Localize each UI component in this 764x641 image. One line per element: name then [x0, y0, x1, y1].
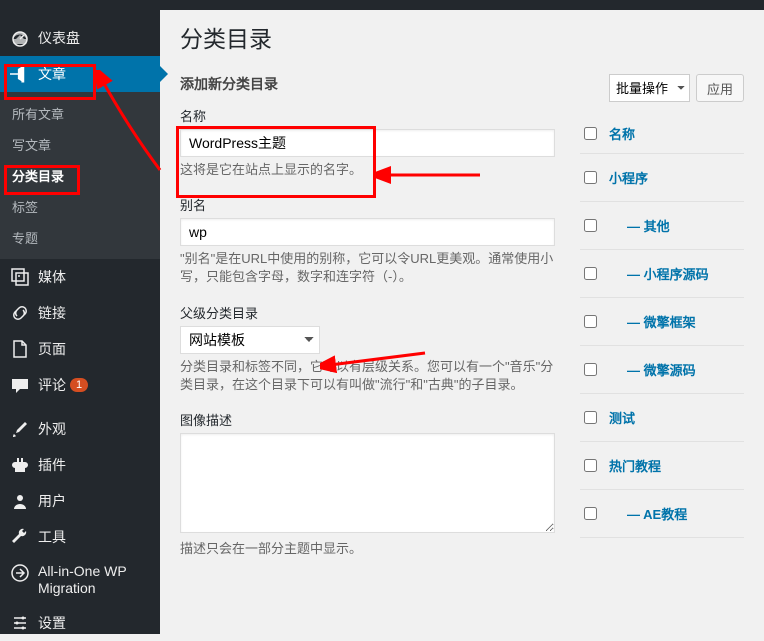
- row-checkbox[interactable]: [584, 219, 597, 232]
- row-checkbox[interactable]: [584, 267, 597, 280]
- submenu-all-posts[interactable]: 所有文章: [0, 98, 160, 129]
- slug-description: "别名"是在URL中使用的别称，它可以令URL更美观。通常使用小写，只能包含字母…: [180, 250, 555, 286]
- wrench-icon: [10, 527, 30, 547]
- row-checkbox[interactable]: [584, 171, 597, 184]
- link-icon: [10, 303, 30, 323]
- table-row: 小程序: [580, 154, 744, 202]
- parent-label: 父级分类目录: [180, 303, 555, 322]
- desc-description: 描述只会在一部分主题中显示。: [180, 540, 555, 558]
- sidebar-item-pages[interactable]: 页面: [0, 331, 160, 367]
- slug-label: 别名: [180, 195, 555, 214]
- pin-icon: [10, 64, 30, 84]
- table-header: 名称: [580, 114, 744, 154]
- col-name-header[interactable]: 名称: [609, 124, 635, 143]
- active-indicator-icon: [160, 66, 168, 82]
- category-link[interactable]: — 微擎框架: [609, 312, 696, 331]
- slug-input[interactable]: [180, 218, 555, 246]
- brush-icon: [10, 419, 30, 439]
- category-link[interactable]: — 其他: [609, 216, 670, 235]
- apply-button[interactable]: 应用: [696, 74, 744, 102]
- sidebar-item-posts[interactable]: 文章: [0, 56, 160, 92]
- table-row: 测试: [580, 394, 744, 442]
- category-link[interactable]: 热门教程: [609, 456, 661, 475]
- parent-select[interactable]: 网站模板: [180, 326, 320, 354]
- comment-icon: [10, 375, 30, 395]
- submenu-new-post[interactable]: 写文章: [0, 129, 160, 160]
- description-textarea[interactable]: [180, 433, 555, 533]
- category-link[interactable]: 小程序: [609, 168, 648, 187]
- posts-submenu: 所有文章 写文章 分类目录 标签 专题: [0, 92, 160, 259]
- sidebar-item-users[interactable]: 用户: [0, 483, 160, 519]
- category-link[interactable]: — 微擎源码: [609, 360, 696, 379]
- form-section-title: 添加新分类目录: [180, 74, 555, 94]
- sidebar-label: 工具: [38, 527, 66, 547]
- table-row: 热门教程: [580, 442, 744, 490]
- submenu-categories[interactable]: 分类目录: [0, 160, 160, 191]
- settings-icon: [10, 613, 30, 633]
- table-row: — 微擎源码: [580, 346, 744, 394]
- select-all-checkbox[interactable]: [584, 127, 597, 140]
- sidebar-label: 用户: [38, 491, 66, 511]
- parent-description: 分类目录和标签不同，它可以有层级关系。您可以有一个"音乐"分类目录，在这个目录下…: [180, 358, 555, 394]
- sidebar-label: 评论: [38, 375, 66, 395]
- sidebar-item-tools[interactable]: 工具: [0, 519, 160, 555]
- plugin-icon: [10, 455, 30, 475]
- user-icon: [10, 491, 30, 511]
- sidebar-item-settings[interactable]: 设置: [0, 605, 160, 641]
- name-description: 这将是它在站点上显示的名字。: [180, 161, 555, 179]
- table-row: — 小程序源码: [580, 250, 744, 298]
- row-checkbox[interactable]: [584, 363, 597, 376]
- category-link[interactable]: — AE教程: [609, 504, 687, 523]
- sidebar-label: 仪表盘: [38, 28, 80, 48]
- name-label: 名称: [180, 106, 555, 125]
- row-checkbox[interactable]: [584, 459, 597, 472]
- media-icon: [10, 267, 30, 287]
- row-checkbox[interactable]: [584, 315, 597, 328]
- sidebar-label: 文章: [38, 64, 66, 84]
- sidebar-label: 媒体: [38, 267, 66, 287]
- table-row: — AE教程: [580, 490, 744, 538]
- sidebar-label: 页面: [38, 339, 66, 359]
- row-checkbox[interactable]: [584, 507, 597, 520]
- sidebar-label: 外观: [38, 419, 66, 439]
- main-content: 分类目录 添加新分类目录 名称 这将是它在站点上显示的名字。 别名 "别名"是在…: [160, 0, 764, 634]
- categories-list: 批量操作 应用 名称 小程序 — 其他 — 小程序源码 — 微擎框架 — 微擎源码测试热…: [580, 74, 744, 634]
- submenu-tags[interactable]: 标签: [0, 191, 160, 222]
- table-row: — 其他: [580, 202, 744, 250]
- desc-label: 图像描述: [180, 410, 555, 429]
- sidebar-item-dashboard[interactable]: 仪表盘: [0, 20, 160, 56]
- sidebar-item-links[interactable]: 链接: [0, 295, 160, 331]
- bulk-action-select[interactable]: 批量操作: [609, 74, 690, 102]
- sidebar-label: 插件: [38, 455, 66, 475]
- name-input[interactable]: [180, 129, 555, 157]
- migrate-icon: [10, 563, 30, 583]
- sidebar-label: 链接: [38, 303, 66, 323]
- sidebar-item-comments[interactable]: 评论 1: [0, 367, 160, 403]
- comments-badge: 1: [70, 378, 88, 392]
- admin-sidebar: 仪表盘 文章 所有文章 写文章 分类目录 标签 专题 媒体 链接 页面: [0, 0, 160, 634]
- sidebar-item-plugins[interactable]: 插件: [0, 447, 160, 483]
- page-icon: [10, 339, 30, 359]
- sidebar-label: 设置: [38, 613, 66, 633]
- dashboard-icon: [10, 28, 30, 48]
- category-link[interactable]: — 小程序源码: [609, 264, 709, 283]
- sidebar-item-appearance[interactable]: 外观: [0, 411, 160, 447]
- category-link[interactable]: 测试: [609, 408, 635, 427]
- sidebar-item-aio-migration[interactable]: All-in-One WP Migration: [0, 555, 160, 605]
- table-row: — 微擎框架: [580, 298, 744, 346]
- add-category-form: 添加新分类目录 名称 这将是它在站点上显示的名字。 别名 "别名"是在URL中使…: [180, 74, 555, 634]
- sidebar-label: All-in-One WP Migration: [38, 563, 150, 597]
- sidebar-item-media[interactable]: 媒体: [0, 259, 160, 295]
- page-title: 分类目录: [180, 20, 744, 54]
- submenu-topics[interactable]: 专题: [0, 222, 160, 253]
- row-checkbox[interactable]: [584, 411, 597, 424]
